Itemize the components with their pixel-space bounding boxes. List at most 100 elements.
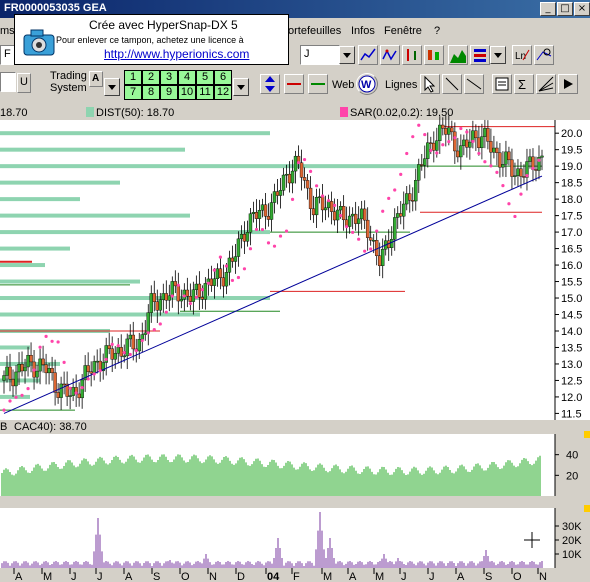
price-tick-label: 17.0 (561, 227, 582, 239)
x-tick-label: N (209, 571, 217, 582)
price-legend: 18.70 (0, 107, 28, 119)
price-tick-label: 20.0 (561, 128, 582, 140)
menu-help[interactable]: ? (434, 25, 440, 37)
cursor-tool-button[interactable] (420, 74, 440, 94)
text-tool-button[interactable] (492, 74, 512, 94)
period-button-6[interactable]: 6 (214, 70, 232, 85)
trading-system-dropdown[interactable] (104, 78, 120, 96)
candle-body (29, 355, 33, 363)
candle-body (164, 293, 169, 301)
candle-body (438, 124, 442, 141)
diagonal-line-icon (445, 77, 459, 91)
scroll-up-down-button[interactable] (260, 74, 280, 94)
u-button[interactable]: U (17, 73, 31, 93)
sar-dot (519, 192, 523, 196)
zoom-chart-icon (536, 48, 552, 61)
candle-body (441, 124, 445, 129)
divider-1 (0, 420, 590, 423)
candle-body (368, 237, 373, 241)
line-chart-button[interactable] (358, 45, 378, 65)
candle-chart-button[interactable] (424, 45, 444, 65)
period-button-11[interactable]: 11 (196, 85, 214, 100)
sar-dot (254, 227, 259, 232)
candle-body (188, 296, 193, 302)
period-dropdown[interactable] (339, 46, 355, 64)
candle-body (209, 278, 214, 286)
area-chart-button[interactable] (448, 45, 468, 65)
candle-body (224, 272, 229, 287)
close-button[interactable]: × (574, 2, 590, 16)
candle-body (450, 127, 454, 133)
web-button[interactable]: W (356, 73, 378, 95)
sar-dot (435, 151, 439, 155)
candle-body (38, 358, 42, 372)
line-chart-icon (360, 48, 376, 61)
arrow-right-button[interactable] (558, 74, 578, 94)
candle-body (200, 297, 205, 300)
period-button-10[interactable]: 10 (178, 85, 196, 100)
zigzag-chart-button[interactable] (380, 45, 400, 65)
period-button-7[interactable]: 7 (124, 85, 142, 100)
sigma-button[interactable]: Σ (514, 74, 534, 94)
trendline-tool-button[interactable] (464, 74, 484, 94)
barchart-button[interactable] (402, 45, 422, 65)
hline-red-icon (287, 83, 301, 85)
sar-dot (248, 247, 253, 251)
menu-portefeuilles[interactable]: ortefeuilles (288, 25, 341, 37)
candle-body (119, 347, 123, 357)
sar-dot (212, 268, 216, 272)
profile-bar (0, 164, 420, 169)
symbol-field[interactable] (0, 72, 16, 92)
period-button-4[interactable]: 4 (178, 70, 196, 85)
a-button[interactable]: A (89, 71, 103, 87)
menu-fenetre[interactable]: Fenêtre (384, 25, 422, 37)
sar-dot (128, 352, 132, 357)
candle-body (519, 168, 523, 177)
period-button-2[interactable]: 2 (142, 70, 160, 85)
candle-body (347, 215, 352, 227)
candle-body (137, 339, 141, 352)
candle-body (233, 256, 238, 262)
candle-body (293, 155, 298, 172)
candle-body (311, 208, 316, 216)
chart-style-dropdown[interactable] (490, 46, 506, 64)
period-combo[interactable]: J (300, 45, 340, 65)
period-button-1[interactable]: 1 (124, 70, 142, 85)
x-tick-label: N (539, 571, 547, 582)
sar-dot (351, 230, 355, 234)
maximize-button[interactable]: □ (557, 2, 573, 16)
scale-button[interactable]: Ln (512, 45, 532, 65)
menu-fragment[interactable]: ms (0, 25, 15, 37)
x-tick-label: A (125, 571, 133, 582)
period-button-12[interactable]: 12 (214, 85, 232, 100)
horizontal-line-button[interactable] (284, 74, 304, 94)
candle-body (176, 285, 181, 302)
candle-body (417, 164, 421, 181)
sar-dot (320, 194, 325, 198)
period-button-5[interactable]: 5 (196, 70, 214, 85)
period-button-3[interactable]: 3 (160, 70, 178, 85)
period-button-9[interactable]: 9 (160, 85, 178, 100)
candle-body (353, 213, 358, 224)
line-tool-button[interactable] (442, 74, 462, 94)
menu-infos[interactable]: Infos (351, 25, 375, 37)
candle-body (8, 366, 12, 380)
price-tick-label: 11.5 (561, 408, 582, 420)
hline-green-button[interactable] (308, 74, 328, 94)
candle-body (393, 217, 397, 240)
candle-body (390, 239, 394, 248)
price-tick-label: 19.5 (561, 145, 582, 157)
period-dropdown-2[interactable] (233, 78, 249, 96)
dist-legend: DIST(50): 18.70 (96, 107, 174, 119)
chart-area[interactable]: 18.70 DIST(50): 18.70 SAR(0.02,0.2): 19.… (0, 104, 590, 582)
period-button-8[interactable]: 8 (142, 85, 160, 100)
fibonacci-button[interactable] (536, 74, 556, 94)
minimize-button[interactable]: _ (540, 2, 556, 16)
watermark-link[interactable]: http://www.hyperionics.com (104, 47, 249, 61)
zoom-button[interactable] (534, 45, 554, 65)
candle-body (402, 203, 406, 217)
chart-style-button[interactable] (470, 45, 490, 65)
sar-dot (152, 327, 156, 332)
candle-body (396, 213, 400, 218)
candle-body (474, 130, 478, 139)
